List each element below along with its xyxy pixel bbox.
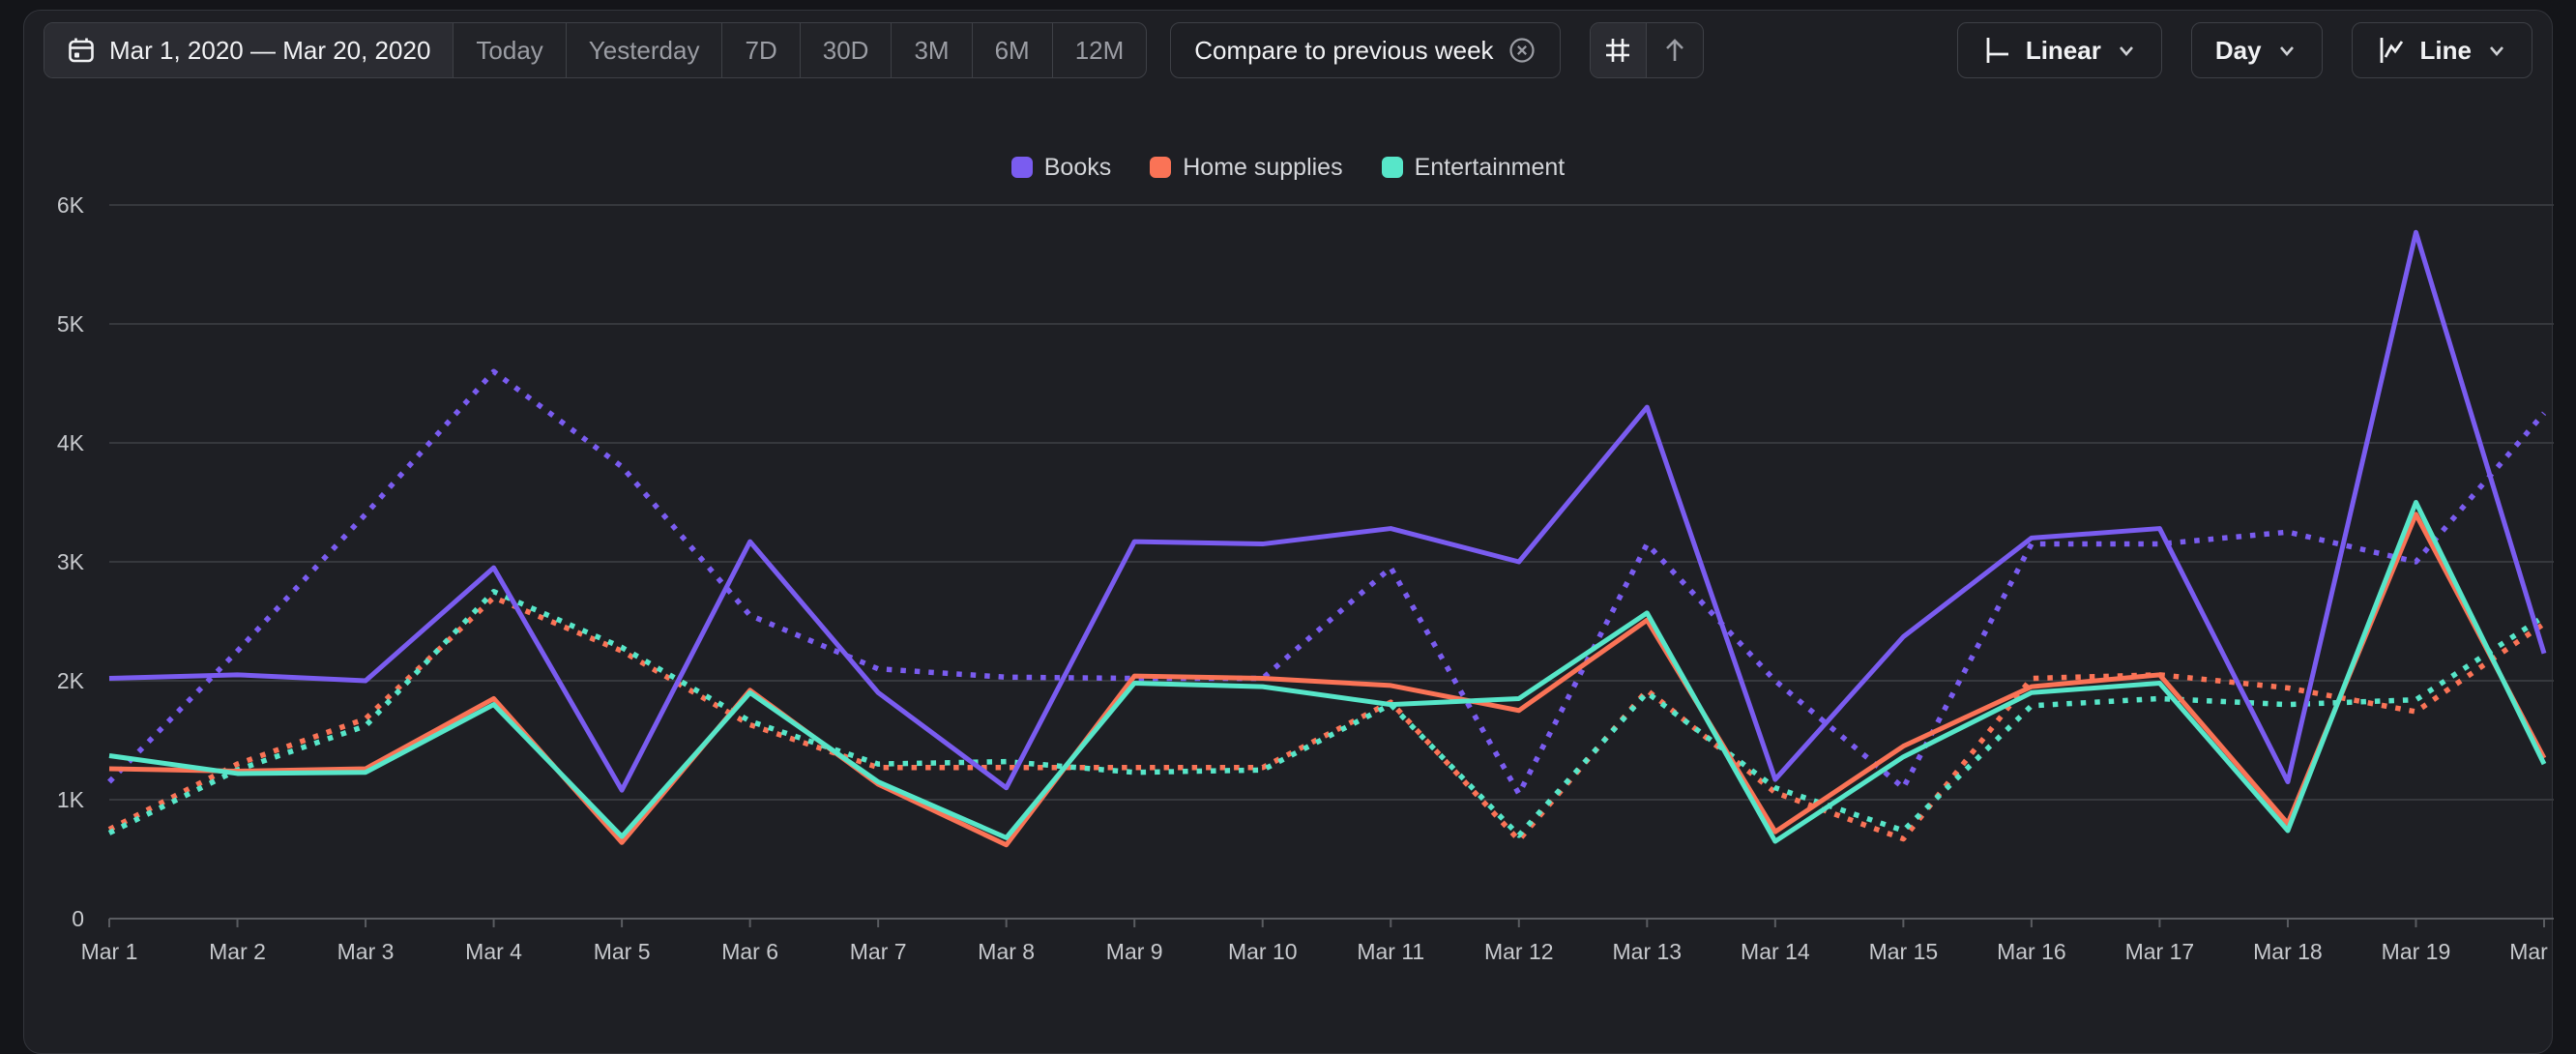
x-axis-label: Mar 17 [2125,939,2195,964]
x-axis-label: Mar 4 [465,939,522,964]
x-axis-label: Mar 6 [721,939,778,964]
x-axis-label: Mar 14 [1741,939,1810,964]
x-axis-label: Mar 16 [1997,939,2066,964]
x-axis-label: Mar 1 [81,939,138,964]
x-axis-label: Mar 19 [2382,939,2451,964]
series-entertainment [109,503,2544,842]
x-axis-label: Mar 11 [1357,939,1424,964]
y-axis-label: 0 [72,906,84,931]
x-axis-label: Mar 10 [1228,939,1298,964]
x-axis-label: Mar 20 [2509,939,2554,964]
series-home-supplies-previous-week- [109,598,2544,840]
x-axis-label: Mar 3 [337,939,395,964]
analytics-card: Mar 1, 2020 — Mar 20, 2020 TodayYesterda… [23,10,2553,1054]
x-axis-label: Mar 12 [1484,939,1554,964]
y-axis-label: 6K [57,192,85,218]
y-axis-label: 4K [57,430,85,455]
x-axis-label: Mar 8 [978,939,1035,964]
y-axis-label: 5K [57,311,85,337]
x-axis-label: Mar 5 [594,939,651,964]
x-axis-label: Mar 7 [850,939,907,964]
y-axis-label: 3K [57,549,85,574]
x-axis-label: Mar 13 [1613,939,1683,964]
x-axis-label: Mar 18 [2253,939,2323,964]
x-axis-label: Mar 9 [1106,939,1163,964]
line-chart: 0 1K 2K 3K 4K 5K 6K Mar 1 Mar 2 Mar 3 Mar 4 Mar 5 Ma… [24,11,2554,1028]
y-axis-label: 1K [57,787,85,812]
x-axis-label: Mar 15 [1869,939,1939,964]
x-axis-label: Mar 2 [209,939,266,964]
y-axis-label: 2K [57,668,85,693]
